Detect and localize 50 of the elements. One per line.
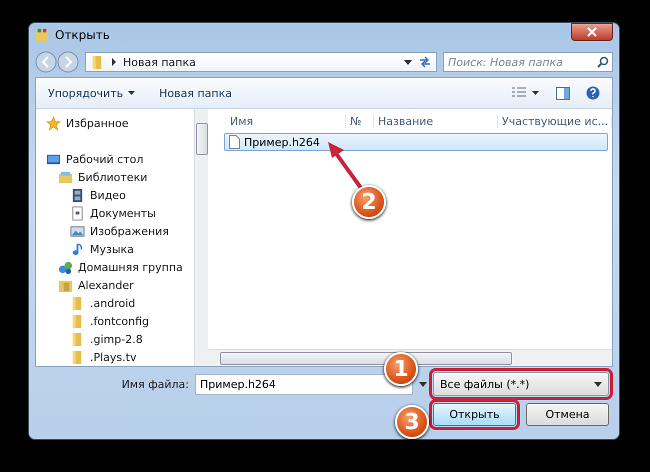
column-header[interactable]: Название xyxy=(374,114,498,128)
sidebar-item[interactable]: Документы xyxy=(46,204,194,222)
video-icon xyxy=(70,188,85,203)
preview-pane-icon[interactable] xyxy=(556,86,570,100)
app-icon xyxy=(35,28,49,42)
forward-icon[interactable] xyxy=(57,51,79,73)
sidebar-item[interactable]: Alexander xyxy=(46,276,194,294)
column-header[interactable]: № xyxy=(346,114,374,128)
sidebar-item[interactable]: Видео xyxy=(46,186,194,204)
window-title: Открыть xyxy=(55,28,110,42)
help-icon[interactable] xyxy=(586,86,600,100)
column-header[interactable]: Участвующие ис... xyxy=(498,114,612,128)
close-icon xyxy=(587,27,597,37)
search-icon[interactable] xyxy=(597,56,609,68)
sidebar-item[interactable]: .android xyxy=(46,294,194,312)
annotation-arrow xyxy=(326,140,364,190)
sidebar-item[interactable]: .fontconfig xyxy=(46,312,194,330)
toolbar-button[interactable]: Новая папка xyxy=(159,86,232,100)
file-icon xyxy=(229,135,240,149)
toolbar-button[interactable]: Упорядочить xyxy=(48,86,136,100)
chevron-icon xyxy=(111,58,117,66)
address-path: Новая папка xyxy=(123,56,196,68)
sidebar-item[interactable]: .gimp-2.8 xyxy=(46,330,194,348)
view-options-icon[interactable] xyxy=(512,87,540,99)
library-icon xyxy=(58,170,73,186)
address-bar[interactable]: Новая папка xyxy=(85,52,437,72)
close-button[interactable] xyxy=(571,23,613,41)
refresh-icon[interactable] xyxy=(418,56,432,68)
music-icon xyxy=(70,242,85,257)
sidebar-item[interactable]: Изображения xyxy=(46,222,194,240)
file-row[interactable]: Пример.h264 xyxy=(224,133,608,151)
column-header[interactable]: Имя xyxy=(226,114,346,128)
dropdown-icon[interactable] xyxy=(419,382,427,386)
images-icon xyxy=(70,224,85,239)
homegroup-icon xyxy=(58,260,73,275)
scrollbar[interactable] xyxy=(194,109,208,366)
dropdown-icon[interactable] xyxy=(404,60,412,64)
search-field[interactable]: Поиск: Новая папка xyxy=(443,52,613,72)
documents-icon xyxy=(70,206,85,221)
sidebar-item[interactable]: Музыка xyxy=(46,240,194,258)
sidebar-item[interactable]: Домашняя группа xyxy=(46,258,194,276)
sidebar-item[interactable]: Рабочий стол xyxy=(46,150,194,169)
sidebar-item[interactable]: Библиотеки xyxy=(46,168,194,187)
star-icon xyxy=(46,116,61,132)
sidebar-item[interactable]: Избранное xyxy=(46,115,194,133)
cancel-button[interactable]: Отмена xyxy=(526,402,609,426)
sidebar-item[interactable]: .Plays.tv xyxy=(46,348,194,366)
filename-label: Имя файла: xyxy=(122,378,189,390)
back-icon[interactable] xyxy=(35,51,57,73)
dropdown-icon xyxy=(594,382,602,386)
